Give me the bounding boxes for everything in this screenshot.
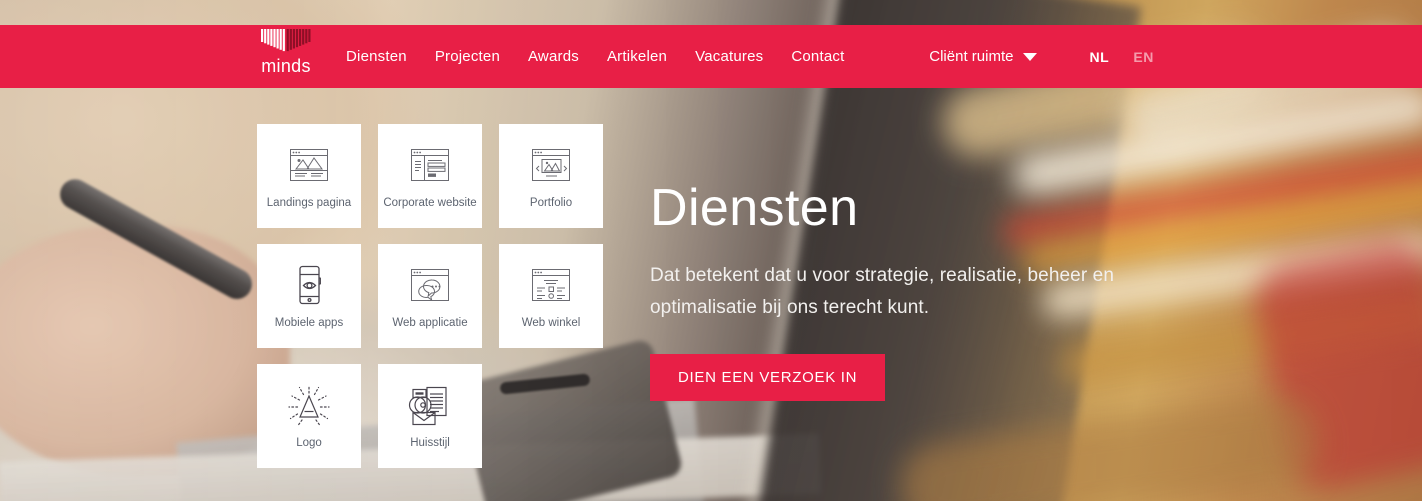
service-card-row: Logo Huisstijl (257, 364, 617, 468)
submit-request-button[interactable]: DIEN EEN VERZOEK IN (650, 354, 886, 401)
mobile-phone-eye-icon (299, 265, 321, 305)
nav-link-diensten[interactable]: Diensten (346, 48, 407, 65)
client-area-label: Cliënt ruimte (929, 48, 1014, 65)
nav-link-contact[interactable]: Contact (791, 48, 844, 65)
service-card-portfolio[interactable]: Portfolio (499, 124, 603, 228)
service-card-row: Mobiele apps Web applicatie Web winkel (257, 244, 617, 348)
service-card-logo[interactable]: Logo (257, 364, 361, 468)
minds-chevron-bars-logo-icon (261, 29, 311, 52)
service-card-label: Web applicatie (392, 317, 468, 329)
nav-link-projecten[interactable]: Projecten (435, 48, 500, 65)
corporate-website-wireframe-icon (411, 149, 449, 181)
chevron-down-icon (1023, 52, 1038, 61)
service-card-label: Huisstijl (410, 437, 450, 449)
service-card-label: Landings pagina (266, 197, 352, 209)
chat-bubbles-browser-icon (411, 269, 449, 302)
service-card-corporate-website[interactable]: Corporate website (378, 124, 482, 228)
site-logo[interactable]: minds (256, 29, 316, 81)
page-stage: minds Diensten Projecten Awards Artikele… (0, 0, 1422, 501)
service-card-label: Logo (296, 437, 322, 449)
nav-right-group: Cliënt ruimte NL EN (929, 25, 1154, 88)
language-switcher: NL EN (1089, 49, 1154, 65)
nav-link-artikelen[interactable]: Artikelen (607, 48, 667, 65)
service-card-label: Web winkel (521, 317, 581, 329)
service-card-label: Mobiele apps (274, 317, 344, 329)
service-card-huisstijl[interactable]: Huisstijl (378, 364, 482, 468)
main-nav-links: Diensten Projecten Awards Artikelen Vaca… (346, 25, 844, 88)
landing-page-wireframe-icon (290, 149, 328, 181)
hero-section: Diensten Dat betekent dat u voor strateg… (650, 178, 1190, 401)
client-area-dropdown[interactable]: Cliënt ruimte (929, 48, 1038, 65)
logo-wordmark: minds (261, 56, 311, 76)
page-title: Diensten (650, 179, 859, 237)
portfolio-gallery-icon (532, 149, 570, 181)
lang-en[interactable]: EN (1133, 49, 1154, 65)
logo-letter-a-rays-icon (288, 384, 330, 427)
service-card-web-winkel[interactable]: Web winkel (499, 244, 603, 348)
service-card-row: Landings pagina Corporate website Portfo… (257, 124, 617, 228)
stationery-documents-cd-envelope-icon (408, 386, 447, 426)
nav-link-awards[interactable]: Awards (528, 48, 579, 65)
service-card-landings-pagina[interactable]: Landings pagina (257, 124, 361, 228)
service-cards-grid: Landings pagina Corporate website Portfo… (257, 124, 617, 484)
service-card-web-applicatie[interactable]: Web applicatie (378, 244, 482, 348)
hero-subtitle: Dat betekent dat u voor strategie, reali… (650, 265, 1114, 318)
nav-link-vacatures[interactable]: Vacatures (695, 48, 763, 65)
webshop-product-grid-icon (532, 269, 570, 301)
service-card-label: Portfolio (529, 197, 573, 209)
service-card-label: Corporate website (383, 197, 477, 209)
lang-nl[interactable]: NL (1089, 49, 1109, 65)
service-card-mobiele-apps[interactable]: Mobiele apps (257, 244, 361, 348)
